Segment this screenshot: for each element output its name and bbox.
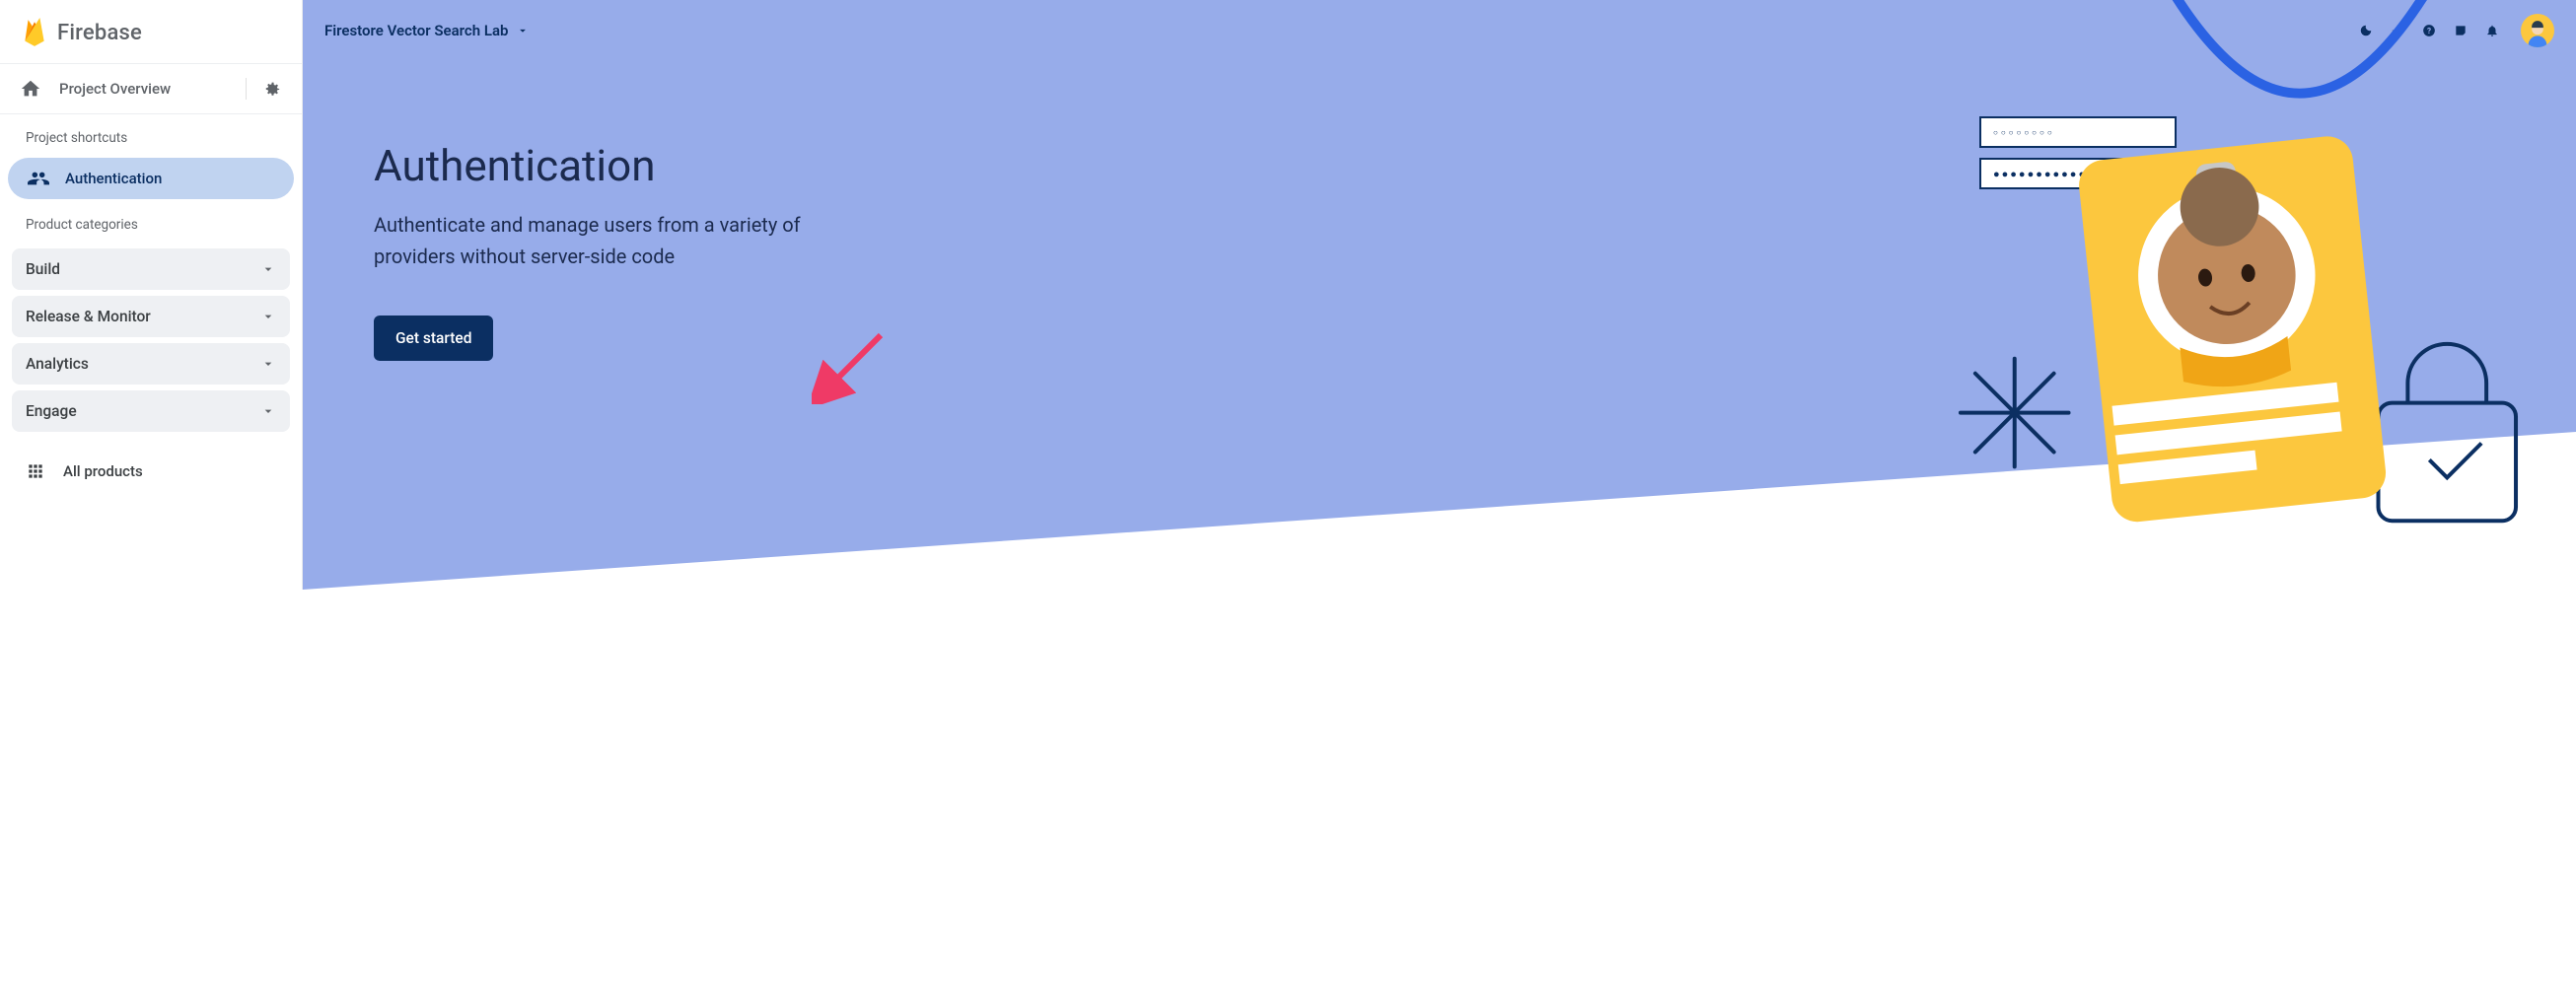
all-products-label: All products [63,462,143,480]
shortcuts-header: Project shortcuts [0,114,302,156]
category-label: Release & Monitor [26,308,151,325]
main-content: Firestore Vector Search Lab ? Authentica… [303,0,2576,590]
project-selector[interactable]: Firestore Vector Search Lab [324,22,530,39]
topbar: Firestore Vector Search Lab ? [303,0,2576,61]
sparkle-icon[interactable] [2387,20,2408,41]
page-subtitle: Authenticate and manage users from a var… [374,209,808,272]
illustration-password-field: ●●●●●●●●●●●●●● [1979,158,2177,189]
hero-section: Authentication Authenticate and manage u… [303,61,2576,361]
firebase-logo-row[interactable]: Firebase [0,0,302,64]
all-products-button[interactable]: All products [0,436,302,507]
project-overview-row[interactable]: Project Overview [0,64,302,114]
page-title: Authentication [374,140,2576,191]
firebase-flame-icon [22,18,47,47]
category-list: Build Release & Monitor Analytics Engage [0,243,302,436]
firebase-wordmark: Firebase [57,21,142,45]
chevron-down-icon [516,24,530,37]
chevron-down-icon [260,261,276,277]
category-release-monitor[interactable]: Release & Monitor [12,296,290,337]
category-build[interactable]: Build [12,248,290,290]
sidebar: Firebase Project Overview Project shortc… [0,0,303,590]
people-icon [28,168,49,189]
illustration-username-field: ○○○○○○○○ [1979,116,2177,148]
annotation-arrow [812,325,891,404]
chevron-down-icon [260,403,276,419]
category-label: Build [26,260,60,278]
notifications-icon[interactable] [2481,20,2503,41]
dark-mode-icon[interactable] [2355,20,2377,41]
background-diagonal [303,432,2576,590]
user-avatar[interactable] [2521,14,2554,47]
gear-icon[interactable] [246,78,282,100]
category-engage[interactable]: Engage [12,390,290,432]
get-started-button[interactable]: Get started [374,316,493,361]
sidebar-item-authentication[interactable]: Authentication [8,158,294,199]
category-label: Analytics [26,355,89,373]
category-analytics[interactable]: Analytics [12,343,290,385]
chevron-down-icon [260,309,276,324]
project-overview-label: Project Overview [59,80,246,98]
help-icon[interactable]: ? [2418,20,2440,41]
svg-text:?: ? [2427,26,2431,35]
sidebar-item-label: Authentication [65,170,162,187]
project-name: Firestore Vector Search Lab [324,22,508,39]
categories-header: Product categories [0,201,302,243]
category-label: Engage [26,402,77,420]
chevron-down-icon [260,356,276,372]
grid-icon [26,461,45,481]
home-icon [20,78,41,100]
notes-icon[interactable] [2450,20,2471,41]
